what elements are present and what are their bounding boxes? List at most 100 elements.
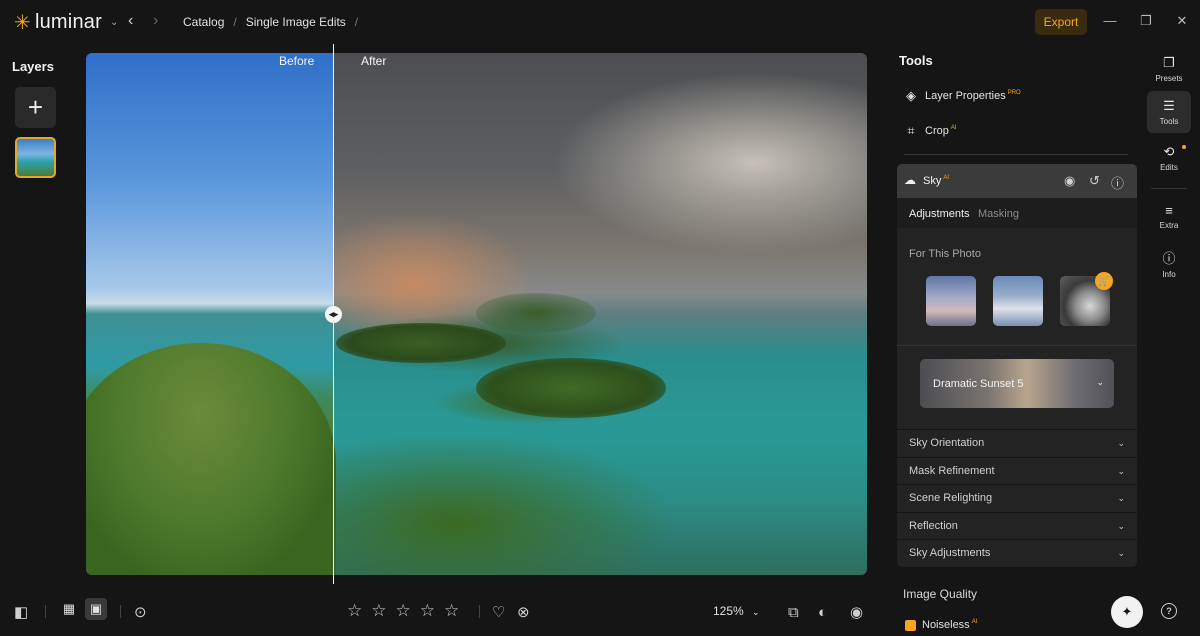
visibility-eye-icon[interactable]: ◉ — [1064, 173, 1075, 189]
chevron-down-icon: ⌄ — [1117, 548, 1125, 558]
zoom-level[interactable]: 125% ⌄ — [713, 604, 760, 618]
cart-icon[interactable]: 🛒 — [1095, 272, 1113, 290]
island-shape — [336, 323, 506, 363]
section-scene-relighting[interactable]: Scene Relighting ⌄ — [897, 484, 1137, 511]
luminar-sun-icon: ✳ — [14, 12, 31, 34]
more-options-icon[interactable]: ⊙ — [134, 602, 147, 622]
for-this-photo-label: For This Photo — [909, 248, 981, 260]
info-icon: ⓘ — [1162, 250, 1176, 266]
image-quality-title: Image Quality — [903, 587, 978, 601]
rail-label: Extra — [1159, 220, 1179, 230]
close-icon[interactable]: ✕ — [1172, 13, 1192, 29]
chat-icon: ✦ — [1121, 604, 1133, 619]
noiseless-icon — [905, 619, 916, 631]
chevron-down-icon: ⌄ — [752, 607, 760, 617]
tools-divider — [904, 154, 1128, 155]
minimize-icon[interactable]: — — [1100, 13, 1120, 28]
breadcrumb: Catalog / Single Image Edits / — [183, 15, 358, 29]
top-bar: ✳ luminar ⌄ ‹ › Catalog / Single Image E… — [0, 0, 1200, 44]
grid-view-icon[interactable]: ▦ — [58, 598, 80, 620]
sky-preset-thumbnail[interactable] — [993, 276, 1043, 326]
layers-title: Layers — [12, 59, 54, 74]
breadcrumb-catalog[interactable]: Catalog — [183, 15, 224, 29]
star-icon[interactable]: ☆ — [347, 601, 362, 621]
single-view-icon[interactable]: ▣ — [85, 598, 107, 620]
plus-icon: + — [27, 92, 44, 122]
sky-preset-thumbnail[interactable] — [926, 276, 976, 326]
chat-assistant-button[interactable]: ✦ — [1111, 596, 1143, 628]
tool-layer-properties[interactable]: ◈ Layer Properties PRO — [904, 88, 1021, 104]
breadcrumb-separator: / — [233, 15, 237, 29]
rail-label: Presets — [1155, 74, 1183, 83]
section-label: Mask Refinement — [909, 465, 995, 477]
forward-arrow-icon[interactable]: › — [153, 12, 158, 30]
help-icon[interactable]: ? — [1161, 603, 1177, 619]
sky-tool-header[interactable]: ☁ Sky AI ◉ ↺ ⓘ — [897, 164, 1137, 198]
rail-divider — [1151, 188, 1187, 189]
sky-tabs: Adjustments Masking — [897, 198, 1137, 228]
back-arrow-icon[interactable]: ‹ — [128, 12, 133, 30]
section-sky-orientation[interactable]: Sky Orientation ⌄ — [897, 429, 1137, 456]
before-label: Before — [279, 54, 315, 68]
sky-preset-select[interactable]: Dramatic Sunset 5 ⌄ — [920, 359, 1114, 408]
screen-fit-icon[interactable]: ⧉ — [788, 602, 799, 622]
info-icon[interactable]: ⓘ — [1111, 173, 1124, 192]
sky-tool-panel: ☁ Sky AI ◉ ↺ ⓘ Adjustments Masking For Th… — [897, 164, 1137, 567]
edits-indicator-dot — [1182, 145, 1186, 149]
chevron-down-icon: ⌄ — [1117, 438, 1125, 448]
cloud-icon: ☁ — [904, 173, 916, 187]
section-reflection[interactable]: Reflection ⌄ — [897, 512, 1137, 539]
photo-canvas[interactable] — [86, 53, 867, 575]
rail-edits[interactable]: ⟲ Edits — [1147, 137, 1191, 179]
add-layer-button[interactable]: + — [15, 87, 56, 128]
toolbar-divider — [45, 605, 46, 618]
compare-handle-icon[interactable]: ◂▸ — [325, 306, 342, 323]
tab-adjustments[interactable]: Adjustments — [909, 208, 970, 220]
rail-extra[interactable]: ≡ Extra — [1147, 195, 1191, 237]
bottom-toolbar: ◧ ▦ ▣ ⊙ ☆ ☆ ☆ ☆ ☆ ♡ ⊗ 125% ⌄ ⧉ ◐ ◉ — [0, 593, 878, 629]
sky-title: Sky AI — [923, 175, 950, 187]
island-shape — [476, 293, 596, 333]
chevron-down-icon: ⌄ — [1117, 493, 1125, 503]
toolbar-divider — [120, 605, 121, 618]
eye-icon[interactable]: ◉ — [850, 602, 863, 622]
restore-icon[interactable]: ❐ — [1136, 13, 1156, 29]
section-mask-refinement[interactable]: Mask Refinement ⌄ — [897, 457, 1137, 484]
section-sky-adjustments[interactable]: Sky Adjustments ⌄ — [897, 539, 1137, 566]
rail-info[interactable]: ⓘ Info — [1147, 242, 1191, 284]
chevron-down-icon: ⌄ — [109, 17, 119, 28]
layers-icon: ◈ — [906, 88, 916, 103]
luminar-app: ✳ luminar ⌄ ‹ › Catalog / Single Image E… — [0, 0, 1200, 636]
heart-icon[interactable]: ♡ — [492, 602, 505, 622]
toolbar-divider — [479, 605, 480, 618]
tool-noiseless[interactable]: Noiseless AI — [905, 619, 977, 631]
sky-divider — [897, 345, 1137, 346]
breadcrumb-separator: / — [354, 15, 359, 29]
app-menu[interactable]: ✳ luminar ⌄ — [14, 10, 119, 35]
rating-stars: ☆ ☆ ☆ ☆ ☆ — [347, 601, 459, 621]
rail-label: Info — [1162, 269, 1176, 279]
star-icon[interactable]: ☆ — [371, 601, 386, 621]
rail-label: Edits — [1160, 163, 1178, 172]
tool-crop[interactable]: ⌗ Crop AI — [904, 123, 956, 139]
export-button[interactable]: Export — [1035, 9, 1087, 35]
reset-icon[interactable]: ↺ — [1089, 173, 1100, 189]
star-icon[interactable]: ☆ — [420, 601, 435, 621]
tools-title: Tools — [899, 53, 933, 68]
compare-toggle-icon[interactable]: ◐ — [818, 602, 827, 622]
chevron-down-icon: ⌄ — [1117, 521, 1125, 531]
rail-presets[interactable]: ❐ Presets — [1147, 48, 1191, 90]
after-image — [334, 53, 867, 575]
tab-masking[interactable]: Masking — [978, 208, 1019, 220]
presets-icon: ❐ — [1163, 55, 1175, 70]
layer-thumbnail[interactable] — [15, 137, 56, 178]
star-icon[interactable]: ☆ — [444, 601, 459, 621]
toggle-sidebar-icon[interactable]: ◧ — [14, 602, 28, 622]
reject-icon[interactable]: ⊗ — [517, 602, 530, 622]
rail-tools[interactable]: ☰ Tools — [1147, 91, 1191, 133]
star-icon[interactable]: ☆ — [396, 601, 411, 621]
crop-icon: ⌗ — [907, 123, 915, 138]
island-shape — [476, 358, 666, 418]
history-icon: ⟲ — [1163, 144, 1175, 159]
breadcrumb-single-image-edits[interactable]: Single Image Edits — [246, 15, 346, 29]
